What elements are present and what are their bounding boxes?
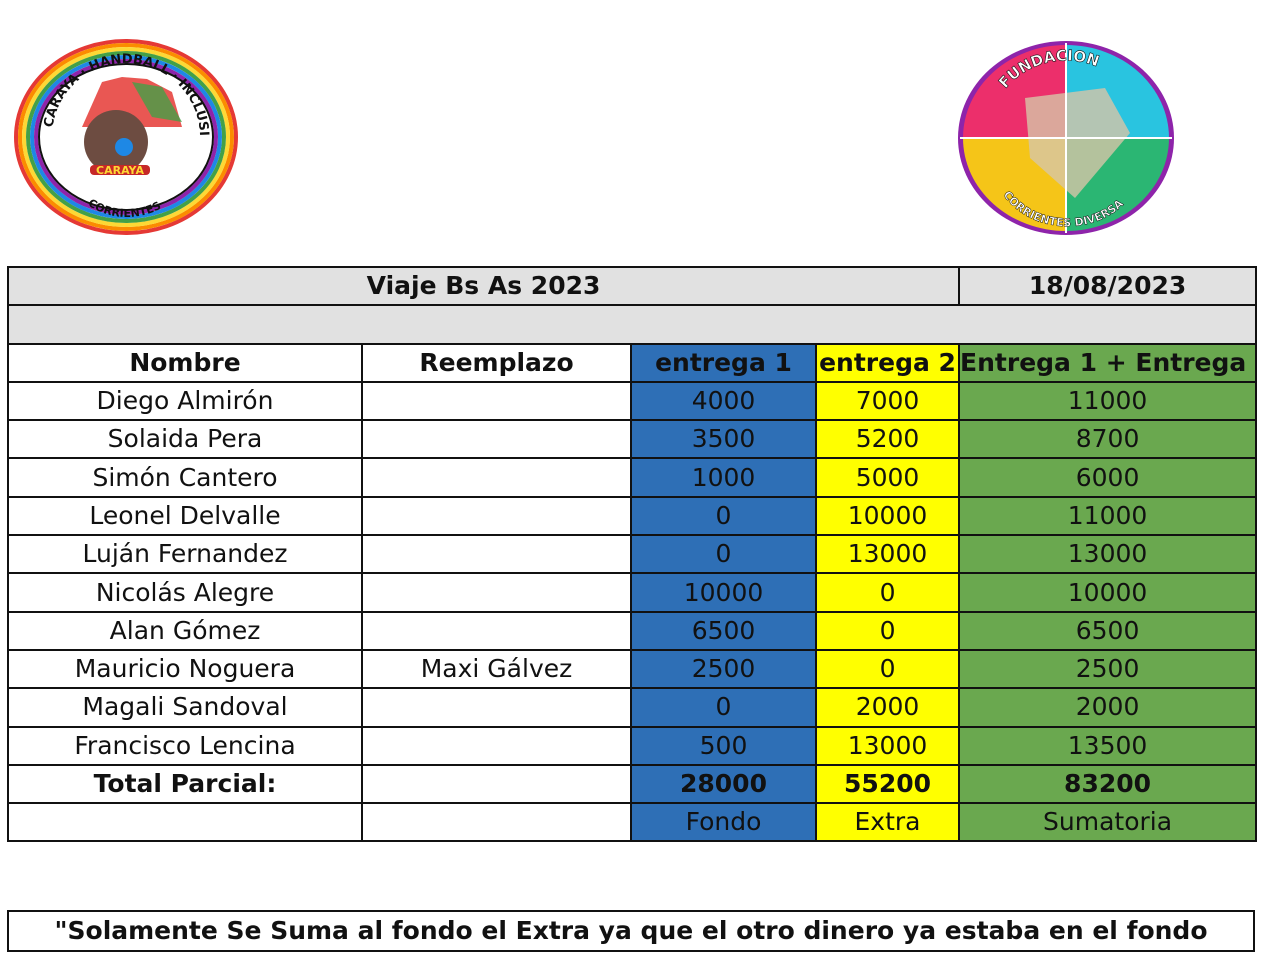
cell-reemplazo: Maxi Gálvez: [361, 648, 632, 690]
label-extra: Extra: [814, 802, 961, 843]
cell-suma: 2500: [958, 648, 1258, 690]
caraya-handball-logo: CARAYA · HANDBALL · INCLUSIVO CARAYA COR…: [12, 37, 238, 235]
spacer-row: [6, 304, 1258, 345]
cell-e2: 0: [814, 648, 961, 690]
footer-row: Fondo Extra Sumatoria: [7, 802, 1258, 843]
table-row: Francisco Lencina 500 13000 13500: [7, 725, 1258, 766]
cell-nombre: Leonel Delvalle: [7, 495, 363, 537]
cell-nombre: Magali Sandoval: [7, 687, 363, 728]
cell-e1: 0: [630, 687, 817, 728]
cell-nombre: Nicolás Alegre: [7, 572, 363, 613]
cell-suma: 13500: [958, 725, 1258, 766]
empty-cell: [6, 304, 1258, 345]
table-row: Leonel Delvalle 0 10000 11000: [7, 495, 1258, 537]
payments-table: Viaje Bs As 2023 18/08/2023 Nombre Reemp…: [6, 265, 1258, 843]
cell-reemplazo: [361, 457, 632, 498]
label-fondo: Fondo: [630, 802, 817, 843]
sheet-title: Viaje Bs As 2023: [6, 265, 961, 307]
empty-cell: [361, 763, 632, 805]
label-sumatoria: Sumatoria: [958, 802, 1258, 843]
cell-nombre: Luján Fernandez: [7, 534, 363, 575]
total-label: Total Parcial:: [7, 763, 363, 805]
cell-reemplazo: [361, 419, 632, 460]
cell-e1: 3500: [630, 419, 817, 460]
cell-nombre: Diego Almirón: [7, 380, 363, 422]
cell-reemplazo: [361, 572, 632, 613]
total-suma: 83200: [958, 763, 1258, 805]
cell-suma: 8700: [958, 419, 1258, 460]
cell-e1: 0: [630, 495, 817, 537]
cell-e2: 10000: [814, 495, 961, 537]
fundacion-corrientes-diversa-logo: FUNDACION CORRIENTES DIVERSA: [958, 41, 1174, 235]
sheet-date: 18/08/2023: [958, 265, 1258, 307]
cell-suma: 10000: [958, 572, 1258, 613]
cell-suma: 11000: [958, 495, 1258, 537]
cell-nombre: Solaida Pera: [7, 419, 363, 460]
table-row: Diego Almirón 4000 7000 11000: [7, 380, 1258, 422]
cell-reemplazo: [361, 725, 632, 766]
header-row: Nombre Reemplazo entrega 1 entrega 2 Ent…: [7, 342, 1258, 383]
cell-e2: 5000: [814, 457, 961, 498]
cell-e2: 7000: [814, 380, 961, 422]
cell-suma: 2000: [958, 687, 1258, 728]
cell-e2: 13000: [814, 725, 961, 766]
total-row: Total Parcial: 28000 55200 83200: [7, 763, 1258, 805]
empty-cell: [7, 802, 363, 843]
cell-e2: 5200: [814, 419, 961, 460]
cell-e1: 1000: [630, 457, 817, 498]
table-row: Alan Gómez 6500 0 6500: [7, 610, 1258, 651]
cell-reemplazo: [361, 610, 632, 651]
cell-suma: 6500: [958, 610, 1258, 651]
header-reemplazo: Reemplazo: [361, 342, 632, 383]
cell-e2: 0: [814, 572, 961, 613]
cell-e2: 0: [814, 610, 961, 651]
table-row: Luján Fernandez 0 13000 13000: [7, 534, 1258, 575]
cell-reemplazo: [361, 380, 632, 422]
cell-e1: 2500: [630, 648, 817, 690]
empty-cell: [361, 802, 632, 843]
cell-nombre: Francisco Lencina: [7, 725, 363, 766]
cell-reemplazo: [361, 687, 632, 728]
cell-e2: 2000: [814, 687, 961, 728]
header-nombre: Nombre: [7, 342, 363, 383]
cell-nombre: Mauricio Noguera: [7, 648, 363, 690]
header-entrega-2: entrega 2: [814, 342, 961, 383]
cell-e1: 500: [630, 725, 817, 766]
total-entrega-1: 28000: [630, 763, 817, 805]
cell-reemplazo: [361, 534, 632, 575]
title-row: Viaje Bs As 2023 18/08/2023: [6, 265, 1258, 307]
cell-suma: 11000: [958, 380, 1258, 422]
cell-e1: 0: [630, 534, 817, 575]
footnote: "Solamente Se Suma al fondo el Extra ya …: [7, 910, 1255, 952]
cell-suma: 6000: [958, 457, 1258, 498]
table-row: Mauricio Noguera Maxi Gálvez 2500 0 2500: [7, 648, 1258, 690]
cell-nombre: Alan Gómez: [7, 610, 363, 651]
cell-suma: 13000: [958, 534, 1258, 575]
cell-e1: 6500: [630, 610, 817, 651]
logo-name: CARAYA: [96, 164, 144, 177]
cell-e2: 13000: [814, 534, 961, 575]
total-entrega-2: 55200: [814, 763, 961, 805]
cell-e1: 10000: [630, 572, 817, 613]
header-suma: Entrega 1 + Entrega 2: [958, 342, 1258, 383]
cell-e1: 4000: [630, 380, 817, 422]
table-row: Nicolás Alegre 10000 0 10000: [7, 572, 1258, 613]
table-row: Simón Cantero 1000 5000 6000: [7, 457, 1258, 498]
table-row: Magali Sandoval 0 2000 2000: [7, 687, 1258, 728]
cell-nombre: Simón Cantero: [7, 457, 363, 498]
table-row: Solaida Pera 3500 5200 8700: [7, 419, 1258, 460]
cell-reemplazo: [361, 495, 632, 537]
header-entrega-1: entrega 1: [630, 342, 817, 383]
